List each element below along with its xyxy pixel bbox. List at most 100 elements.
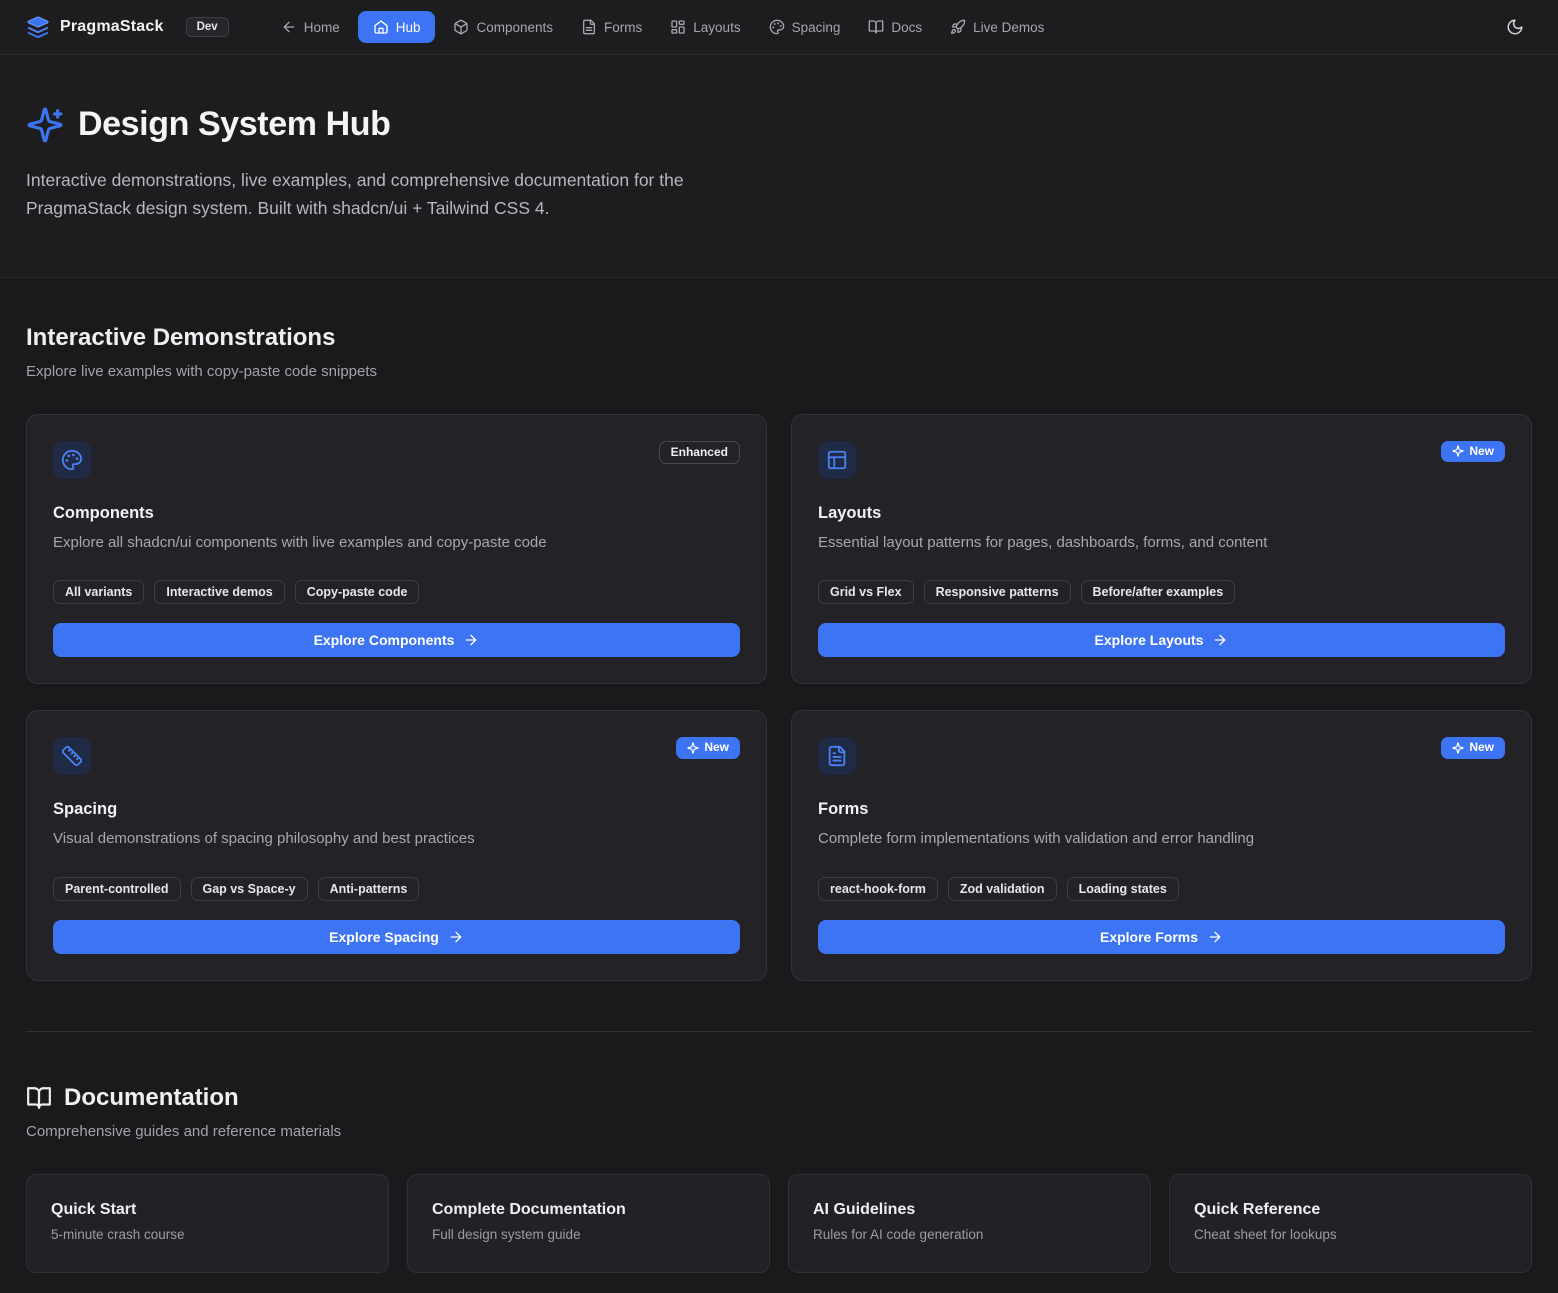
nav-item-forms[interactable]: Forms bbox=[571, 11, 652, 43]
file-text-icon bbox=[581, 19, 597, 35]
nav-label: Hub bbox=[396, 20, 421, 35]
demo-card-forms: New Forms Complete form implementations … bbox=[791, 710, 1532, 981]
doc-card-title: AI Guidelines bbox=[813, 1201, 1126, 1219]
brand-logo[interactable]: PragmaStack Dev bbox=[26, 15, 229, 39]
file-text-icon bbox=[818, 737, 856, 775]
tag: Zod validation bbox=[948, 877, 1057, 901]
brand-name: PragmaStack bbox=[60, 18, 164, 36]
theme-toggle-button[interactable] bbox=[1498, 10, 1532, 44]
doc-card-subtitle: Rules for AI code generation bbox=[813, 1227, 1126, 1242]
status-badge: New bbox=[676, 737, 740, 758]
layout-dashboard-icon bbox=[670, 19, 686, 35]
nav-item-components[interactable]: Components bbox=[443, 11, 563, 43]
status-badge: Enhanced bbox=[659, 441, 740, 464]
sparkles-icon bbox=[26, 106, 64, 144]
tag: Copy-paste code bbox=[295, 580, 420, 604]
top-nav: PragmaStack Dev Home Hub Components Fo bbox=[0, 0, 1558, 55]
docs-section-subtitle: Comprehensive guides and reference mater… bbox=[26, 1123, 1532, 1140]
nav-label: Layouts bbox=[693, 20, 740, 35]
explore-forms-button[interactable]: Explore Forms bbox=[818, 920, 1505, 954]
button-label: Explore Layouts bbox=[1095, 632, 1204, 648]
tag-row: react-hook-form Zod validation Loading s… bbox=[818, 877, 1505, 901]
demo-card-components: Enhanced Components Explore all shadcn/u… bbox=[26, 414, 767, 685]
doc-card-title: Quick Start bbox=[51, 1201, 364, 1219]
main-content: Interactive Demonstrations Explore live … bbox=[0, 278, 1558, 1293]
nav-item-docs[interactable]: Docs bbox=[858, 11, 932, 43]
card-title: Layouts bbox=[818, 504, 1505, 523]
dev-badge: Dev bbox=[186, 17, 229, 37]
arrow-right-icon bbox=[448, 929, 464, 945]
arrow-right-icon bbox=[1212, 632, 1228, 648]
badge-label: New bbox=[1469, 741, 1494, 754]
status-badge: New bbox=[1441, 737, 1505, 758]
book-open-icon bbox=[868, 19, 884, 35]
docs-section-title: Documentation bbox=[64, 1084, 239, 1112]
badge-label: New bbox=[704, 741, 729, 754]
button-label: Explore Components bbox=[314, 632, 455, 648]
card-title: Components bbox=[53, 504, 740, 523]
docs-card-grid: Quick Start 5-minute crash course Comple… bbox=[26, 1174, 1532, 1273]
explore-spacing-button[interactable]: Explore Spacing bbox=[53, 920, 740, 954]
tag: Before/after examples bbox=[1081, 580, 1236, 604]
tag: Interactive demos bbox=[154, 580, 284, 604]
demo-card-grid: Enhanced Components Explore all shadcn/u… bbox=[26, 414, 1532, 982]
nav-item-home[interactable]: Home bbox=[271, 11, 350, 43]
demo-card-layouts: New Layouts Essential layout patterns fo… bbox=[791, 414, 1532, 685]
demos-section-title: Interactive Demonstrations bbox=[26, 324, 1532, 352]
nav-label: Docs bbox=[891, 20, 922, 35]
palette-icon bbox=[53, 441, 91, 479]
nav-item-live-demos[interactable]: Live Demos bbox=[940, 11, 1054, 43]
tag: react-hook-form bbox=[818, 877, 938, 901]
nav-links: Home Hub Components Forms Layouts bbox=[271, 11, 1055, 43]
arrow-right-icon bbox=[463, 632, 479, 648]
tag: Parent-controlled bbox=[53, 877, 181, 901]
box-icon bbox=[453, 19, 469, 35]
doc-card-ai-guidelines[interactable]: AI Guidelines Rules for AI code generati… bbox=[788, 1174, 1151, 1273]
palette-icon bbox=[769, 19, 785, 35]
book-open-icon bbox=[26, 1085, 52, 1111]
nav-label: Spacing bbox=[792, 20, 841, 35]
status-badge: New bbox=[1441, 441, 1505, 462]
button-label: Explore Forms bbox=[1100, 929, 1198, 945]
tag: All variants bbox=[53, 580, 144, 604]
nav-item-hub[interactable]: Hub bbox=[358, 11, 436, 43]
doc-card-complete-documentation[interactable]: Complete Documentation Full design syste… bbox=[407, 1174, 770, 1273]
tag: Gap vs Space-y bbox=[191, 877, 308, 901]
panels-top-left-icon bbox=[818, 441, 856, 479]
demos-section-subtitle: Explore live examples with copy-paste co… bbox=[26, 363, 1532, 380]
tag: Loading states bbox=[1067, 877, 1179, 901]
sparkles-icon bbox=[1452, 445, 1464, 457]
explore-components-button[interactable]: Explore Components bbox=[53, 623, 740, 657]
section-divider bbox=[26, 1031, 1532, 1032]
hero-section: Design System Hub Interactive demonstrat… bbox=[0, 55, 1558, 278]
tag: Anti-patterns bbox=[318, 877, 420, 901]
page-description: Interactive demonstrations, live example… bbox=[26, 166, 766, 223]
arrow-left-icon bbox=[281, 19, 297, 35]
house-icon bbox=[373, 19, 389, 35]
tag-row: Grid vs Flex Responsive patterns Before/… bbox=[818, 580, 1505, 604]
tag-row: Parent-controlled Gap vs Space-y Anti-pa… bbox=[53, 877, 740, 901]
ruler-icon bbox=[53, 737, 91, 775]
tag: Grid vs Flex bbox=[818, 580, 914, 604]
doc-card-title: Quick Reference bbox=[1194, 1201, 1507, 1219]
explore-layouts-button[interactable]: Explore Layouts bbox=[818, 623, 1505, 657]
doc-card-quick-reference[interactable]: Quick Reference Cheat sheet for lookups bbox=[1169, 1174, 1532, 1273]
doc-card-title: Complete Documentation bbox=[432, 1201, 745, 1219]
sparkles-icon bbox=[687, 742, 699, 754]
button-label: Explore Spacing bbox=[329, 929, 439, 945]
nav-label: Components bbox=[476, 20, 553, 35]
card-title: Forms bbox=[818, 800, 1505, 819]
doc-card-subtitle: Full design system guide bbox=[432, 1227, 745, 1242]
doc-card-quick-start[interactable]: Quick Start 5-minute crash course bbox=[26, 1174, 389, 1273]
card-description: Visual demonstrations of spacing philoso… bbox=[53, 828, 740, 850]
doc-card-subtitle: Cheat sheet for lookups bbox=[1194, 1227, 1507, 1242]
card-title: Spacing bbox=[53, 800, 740, 819]
tag: Responsive patterns bbox=[924, 580, 1071, 604]
nav-item-layouts[interactable]: Layouts bbox=[660, 11, 750, 43]
sparkles-icon bbox=[1452, 742, 1464, 754]
tag-row: All variants Interactive demos Copy-past… bbox=[53, 580, 740, 604]
card-description: Complete form implementations with valid… bbox=[818, 828, 1505, 850]
nav-item-spacing[interactable]: Spacing bbox=[759, 11, 851, 43]
arrow-right-icon bbox=[1207, 929, 1223, 945]
moon-icon bbox=[1506, 18, 1524, 36]
